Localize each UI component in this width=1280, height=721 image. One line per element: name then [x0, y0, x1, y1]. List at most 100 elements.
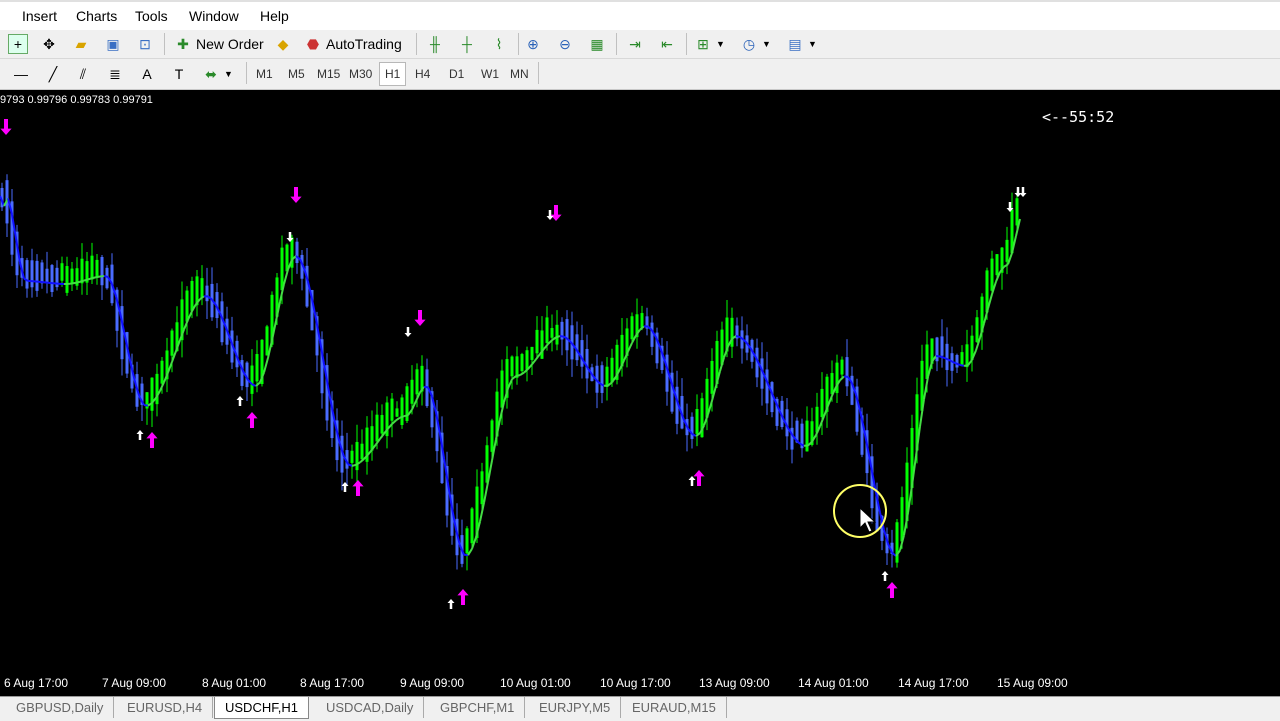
fibonacci-icon: ≣ — [106, 65, 124, 83]
tab-usdcad-daily[interactable]: USDCAD,Daily — [316, 697, 424, 718]
candle-body — [631, 316, 634, 339]
ma-segment — [348, 464, 352, 466]
fibonacci-button[interactable]: ≣ — [106, 62, 124, 86]
candle-body — [361, 444, 364, 460]
zoom-in-button[interactable]: ⊕ — [524, 32, 542, 56]
periods-button[interactable]: ◷▼ — [740, 32, 771, 56]
new-chart-button[interactable]: + — [8, 32, 28, 56]
autotrading-icon: ⬣ — [304, 35, 322, 53]
timeframe-h4[interactable]: H4 — [415, 67, 430, 81]
price-chart[interactable]: 9793 0.99796 0.99783 0.99791 — [0, 90, 1280, 670]
profiles-button[interactable]: ▰ — [72, 32, 90, 56]
editor-icon: ◆ — [274, 35, 292, 53]
timeframe-mn[interactable]: MN — [510, 67, 529, 81]
candle-body — [61, 263, 64, 281]
candle-body — [296, 242, 299, 263]
buy-arrow-small — [882, 571, 889, 581]
bar-chart-button[interactable]: ╫ — [426, 32, 444, 56]
channel-icon: ⫽ — [74, 65, 92, 83]
candle-body — [641, 313, 644, 328]
chart-shift-icon: ⇤ — [658, 35, 676, 53]
tab-gbpusd-daily[interactable]: GBPUSD,Daily — [6, 697, 114, 718]
candle-body — [411, 380, 414, 404]
timeframe-w1[interactable]: W1 — [481, 67, 499, 81]
timeframe-m15[interactable]: M15 — [317, 67, 340, 81]
ma-segment — [396, 418, 400, 421]
ma-segment — [368, 450, 372, 455]
channel-button[interactable]: ⫽ — [74, 62, 92, 86]
timeframe-m1[interactable]: M1 — [256, 67, 273, 81]
candle-body — [376, 415, 379, 442]
tab-gbpchf-m1[interactable]: GBPCHF,M1 — [430, 697, 525, 718]
candle-body — [41, 262, 44, 283]
ma-segment — [84, 279, 88, 280]
candle-body — [946, 344, 949, 370]
zoom-out-button[interactable]: ⊖ — [556, 32, 574, 56]
candle-body — [161, 361, 164, 384]
ma-segment — [528, 364, 532, 369]
menu-insert[interactable]: Insert — [22, 8, 57, 24]
menu-tools[interactable]: Tools — [135, 8, 168, 24]
ma-segment — [468, 549, 472, 555]
navigator-button[interactable]: ▣ — [104, 32, 122, 56]
clock-icon: ◷ — [740, 35, 758, 53]
x-axis-label: 10 Aug 17:00 — [600, 676, 671, 690]
autotrading-button[interactable]: ⬣AutoTrading — [304, 32, 402, 56]
metaeditor-button[interactable]: ◆ — [274, 32, 292, 56]
indicators-button[interactable]: ⊞▼ — [694, 32, 725, 56]
new-order-icon: ✚ — [174, 35, 192, 53]
x-axis-label: 9 Aug 09:00 — [400, 676, 464, 690]
candle-body — [91, 256, 94, 280]
trendline-button[interactable]: ╱ — [44, 62, 62, 86]
candle-body — [251, 366, 254, 394]
tab-eurjpy-m5[interactable]: EURJPY,M5 — [529, 697, 621, 718]
auto-scroll-button[interactable]: ⇥ — [626, 32, 644, 56]
menu-window[interactable]: Window — [189, 8, 239, 24]
horizontal-line-button[interactable]: — — [12, 62, 30, 86]
data-window-button[interactable]: ⊡ — [136, 32, 154, 56]
sell-arrow — [550, 205, 561, 221]
candlestick-button[interactable]: ┼ — [458, 32, 476, 56]
ma-segment — [964, 365, 968, 366]
candle-body — [401, 397, 404, 425]
candle-body — [186, 291, 189, 322]
tile-windows-button[interactable]: ▦ — [588, 32, 606, 56]
candle-body — [711, 361, 714, 394]
line-chart-button[interactable]: ⌇ — [490, 32, 508, 56]
templates-button[interactable]: ▤▼ — [786, 32, 817, 56]
candle-body — [171, 331, 174, 356]
candle-body — [391, 399, 394, 421]
tab-usdchf-h1[interactable]: USDCHF,H1 — [214, 697, 309, 719]
chart-shift-button[interactable]: ⇤ — [658, 32, 676, 56]
menu-charts[interactable]: Charts — [76, 8, 117, 24]
candle-body — [976, 317, 979, 342]
tab-euraud-m15[interactable]: EURAUD,M15 — [622, 697, 727, 718]
menu-help[interactable]: Help — [260, 8, 289, 24]
tab-eurusd-h4[interactable]: EURUSD,H4 — [117, 697, 213, 718]
candle-body — [546, 317, 549, 343]
moving-average — [0, 196, 1020, 556]
timeframe-h1[interactable]: H1 — [379, 62, 406, 86]
buy-arrow-small — [448, 599, 455, 609]
crosshair-button[interactable]: ✥ — [40, 32, 58, 56]
bar-chart-icon: ╫ — [426, 35, 444, 53]
ma-segment — [512, 376, 516, 379]
text-icon: A — [138, 65, 156, 83]
mouse-cursor-icon — [860, 508, 875, 532]
candle-body — [601, 365, 604, 393]
arrows-icon: ⬌ — [202, 65, 220, 83]
timeframe-m30[interactable]: M30 — [349, 67, 372, 81]
text-button[interactable]: A — [138, 62, 156, 86]
new-order-button[interactable]: ✚New Order — [174, 32, 264, 56]
chart-canvas[interactable] — [0, 90, 1280, 670]
arrows-button[interactable]: ⬌▼ — [202, 62, 233, 86]
candle-body — [191, 281, 194, 311]
candle-body — [31, 260, 34, 287]
buy-arrow-small — [237, 396, 244, 406]
candle-body — [611, 358, 614, 383]
timeframe-m5[interactable]: M5 — [288, 67, 305, 81]
text-label-button[interactable]: T — [170, 62, 188, 86]
candle-body — [901, 497, 904, 541]
timeframe-d1[interactable]: D1 — [449, 67, 464, 81]
ma-segment — [548, 340, 552, 344]
